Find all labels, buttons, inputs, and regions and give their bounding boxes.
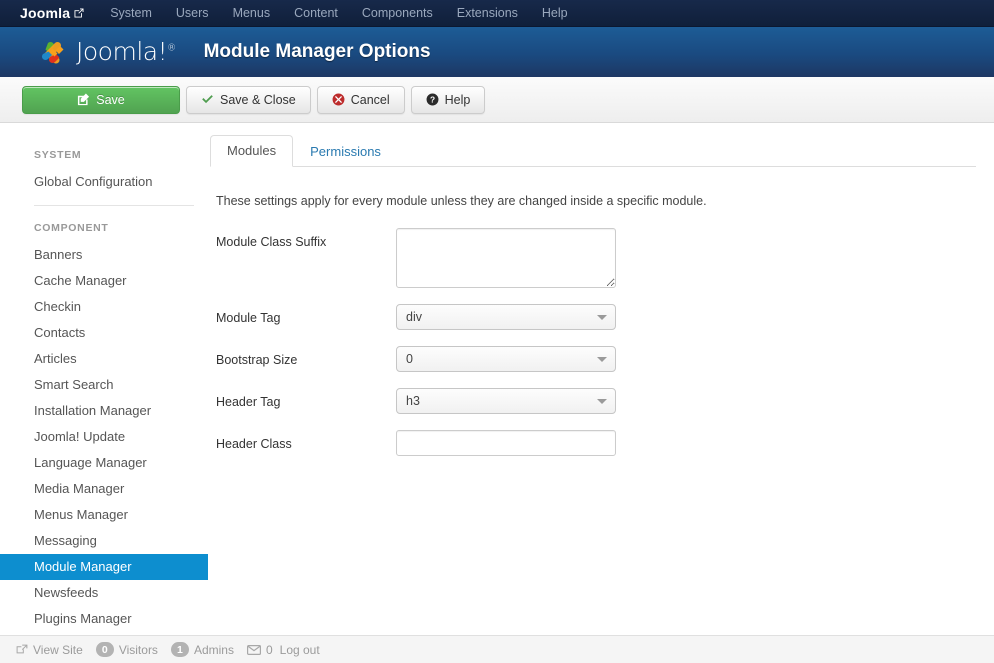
field-row-bootstrap-size: Bootstrap Size 0123456789101112	[216, 346, 976, 372]
joomla-logo: Joomla!®	[38, 36, 176, 68]
field-row-module-class-suffix: Module Class Suffix	[216, 228, 976, 288]
topnav-item-content[interactable]: Content	[294, 6, 338, 20]
body-area: SYSTEM Global Configuration COMPONENT Ba…	[0, 123, 994, 635]
page-title: Module Manager Options	[203, 41, 431, 62]
control-header-class	[396, 430, 616, 456]
tab-modules[interactable]: Modules	[210, 135, 294, 167]
field-row-header-tag: Header Tag h1h2h3h4h5h6pdiv	[216, 388, 976, 414]
sidebar-item-checkin[interactable]: Checkin	[20, 294, 208, 320]
help-button[interactable]: ? Help	[410, 85, 486, 114]
sidebar-item-joomla-update[interactable]: Joomla! Update	[20, 424, 208, 450]
control-module-tag: divsectionasidenavarticlefooterheader	[396, 304, 616, 330]
cancel-button-label: Cancel	[350, 92, 390, 107]
topnav-item-help[interactable]: Help	[542, 6, 568, 20]
visitors-status: 0 Visitors	[95, 642, 158, 657]
tab-bar: Modules Permissions	[210, 135, 976, 167]
control-module-class-suffix	[396, 228, 616, 288]
registered-mark: ®	[167, 43, 176, 54]
control-header-tag: h1h2h3h4h5h6pdiv	[396, 388, 616, 414]
save-button-label: Save	[96, 92, 125, 107]
logout-label: Log out	[279, 642, 320, 657]
sidebar-item-contacts[interactable]: Contacts	[20, 320, 208, 346]
module-tag-select-wrap: divsectionasidenavarticlefooterheader	[396, 304, 616, 330]
main-content: Modules Permissions These settings apply…	[208, 135, 994, 635]
sidebar-item-module-manager[interactable]: Module Manager	[0, 554, 208, 580]
topnav-item-system[interactable]: System	[110, 6, 152, 20]
view-site-label: View Site	[33, 642, 83, 657]
form-description: These settings apply for every module un…	[216, 194, 707, 208]
joomla-logo-text: Joomla!®	[76, 37, 176, 66]
save-edit-icon	[77, 93, 90, 106]
sidebar-heading-system: SYSTEM	[34, 149, 82, 161]
help-button-label: Help	[444, 92, 471, 107]
check-icon	[201, 94, 214, 105]
messages-count: 0	[265, 642, 273, 657]
bootstrap-size-select[interactable]: 0123456789101112	[396, 346, 616, 372]
envelope-icon	[246, 644, 261, 655]
page-header: Joomla!® Module Manager Options	[0, 27, 994, 77]
svg-text:?: ?	[430, 95, 435, 105]
external-link-icon	[74, 8, 84, 18]
admins-count-badge: 1	[170, 642, 189, 657]
bootstrap-size-select-wrap: 0123456789101112	[396, 346, 616, 372]
save-and-close-button[interactable]: Save & Close	[186, 85, 311, 114]
help-icon: ?	[426, 93, 439, 106]
sidebar-item-language-manager[interactable]: Language Manager	[20, 450, 208, 476]
field-row-header-class: Header Class	[216, 430, 976, 456]
sidebar-item-installation-manager[interactable]: Installation Manager	[20, 398, 208, 424]
label-module-tag: Module Tag	[216, 311, 281, 325]
sidebar-item-menus-manager[interactable]: Menus Manager	[20, 502, 208, 528]
sidebar-item-plugins-manager[interactable]: Plugins Manager	[20, 606, 208, 632]
joomla-wordmark: Joomla!	[76, 36, 168, 66]
save-and-close-button-label: Save & Close	[220, 92, 296, 107]
joomla-logo-icon	[38, 36, 70, 68]
control-bootstrap-size: 0123456789101112	[396, 346, 616, 372]
sidebar-item-smart-search[interactable]: Smart Search	[20, 372, 208, 398]
view-site-link[interactable]: View Site	[16, 643, 83, 657]
topnav-item-users[interactable]: Users	[176, 6, 209, 20]
brand-label: Joomla	[20, 5, 71, 21]
sidebar-divider	[34, 205, 194, 206]
sidebar-item-banners[interactable]: Banners	[20, 242, 208, 268]
sidebar-heading-component: COMPONENT	[34, 222, 109, 234]
brand-joomla-link[interactable]: Joomla	[20, 5, 84, 21]
sidebar-item-messaging[interactable]: Messaging	[20, 528, 208, 554]
topnav-item-components[interactable]: Components	[362, 6, 433, 20]
save-button[interactable]: Save	[22, 85, 180, 114]
sidebar-item-cache-manager[interactable]: Cache Manager	[20, 268, 208, 294]
top-navigation-bar: Joomla System Users Menus Content Compon…	[0, 0, 994, 27]
topnav-item-extensions[interactable]: Extensions	[457, 6, 518, 20]
label-header-tag: Header Tag	[216, 395, 281, 409]
options-form: Module Class Suffix Module Tag divsectio…	[210, 208, 976, 456]
toolbar: Save Save & Close Cancel ? Help	[0, 77, 994, 123]
sidebar: SYSTEM Global Configuration COMPONENT Ba…	[0, 135, 208, 635]
cancel-button[interactable]: Cancel	[316, 85, 405, 114]
sidebar-item-media-manager[interactable]: Media Manager	[20, 476, 208, 502]
admins-label: Admins	[193, 642, 234, 657]
tab-permissions[interactable]: Permissions	[293, 136, 398, 167]
label-module-class-suffix: Module Class Suffix	[216, 235, 327, 249]
visitors-label: Visitors	[118, 642, 158, 657]
status-bar: View Site 0 Visitors 1 Admins 0 Log out	[0, 635, 994, 663]
joomla-admin-page: Joomla System Users Menus Content Compon…	[0, 0, 994, 663]
sidebar-item-articles[interactable]: Articles	[20, 346, 208, 372]
cancel-icon	[332, 93, 345, 106]
logout-link[interactable]: Log out	[280, 643, 320, 657]
admins-status: 1 Admins	[170, 642, 234, 657]
topnav-item-menus[interactable]: Menus	[233, 6, 271, 20]
label-bootstrap-size: Bootstrap Size	[216, 353, 298, 367]
field-row-module-tag: Module Tag divsectionasidenavarticlefoot…	[216, 304, 976, 330]
header-tag-select-wrap: h1h2h3h4h5h6pdiv	[396, 388, 616, 414]
external-link-icon	[16, 644, 28, 655]
module-class-suffix-textarea[interactable]	[396, 228, 616, 288]
visitors-count-badge: 0	[95, 642, 114, 657]
sidebar-item-newsfeeds[interactable]: Newsfeeds	[20, 580, 208, 606]
sidebar-item-global-configuration[interactable]: Global Configuration	[20, 169, 208, 195]
module-tag-select[interactable]: divsectionasidenavarticlefooterheader	[396, 304, 616, 330]
messages-link[interactable]: 0	[246, 642, 273, 657]
header-tag-select[interactable]: h1h2h3h4h5h6pdiv	[396, 388, 616, 414]
label-header-class: Header Class	[216, 437, 292, 451]
header-class-input[interactable]	[396, 430, 616, 456]
